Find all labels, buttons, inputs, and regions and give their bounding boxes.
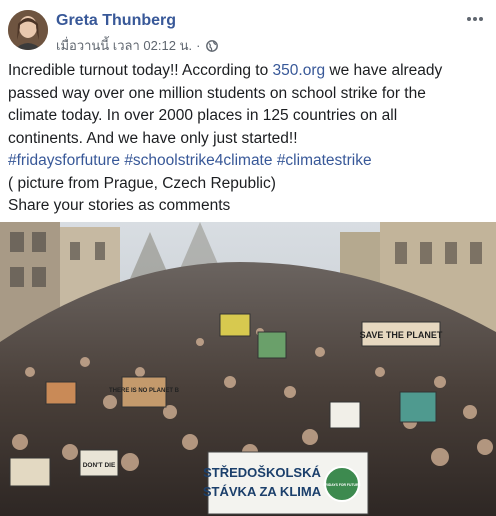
avatar-photo: [8, 10, 48, 50]
banner-line-2: STÁVKA ZA KLIMA: [203, 484, 322, 499]
sign-dont-die: DON'T DIE: [83, 462, 116, 469]
globe-icon[interactable]: [206, 39, 219, 52]
post-text-line-1: Incredible turnout today!! According to …: [8, 60, 490, 83]
post-header: Greta Thunberg เมื่อวานนี้ เวลา 02:12 น.…: [0, 0, 496, 58]
post-text-line-4: continents. And we have only just starte…: [8, 129, 298, 147]
hashtag-climatestrike[interactable]: #climatestrike: [277, 152, 372, 169]
author-name[interactable]: Greta Thunberg: [56, 12, 176, 30]
text-segment: we have already: [325, 62, 443, 79]
post-photo[interactable]: SAVE THE PLANET THERE IS NO PLANET B DON…: [0, 222, 496, 516]
meta-separator: ·: [196, 38, 201, 53]
post-meta: เมื่อวานนี้ เวลา 02:12 น. ·: [56, 35, 219, 56]
post-text-line-2: passed way over one million students on …: [8, 84, 426, 102]
banner-line-1: STŘEDOŠKOLSKÁ: [203, 465, 321, 480]
sign-save-the-planet: SAVE THE PLANET: [360, 330, 443, 340]
link-350-org[interactable]: 350.org: [273, 62, 326, 79]
post-text: Incredible turnout today!! According to …: [8, 60, 490, 218]
post-timestamp[interactable]: เมื่อวานนี้ เวลา 02:12 น.: [56, 35, 192, 56]
sign-no-planet-b: THERE IS NO PLANET B: [109, 388, 180, 394]
hashtag-schoolstrike4climate[interactable]: #schoolstrike4climate: [124, 152, 272, 169]
crowd-photo: SAVE THE PLANET THERE IS NO PLANET B DON…: [0, 222, 496, 516]
banner-logo-text: FRIDAYS FOR FUTURE: [323, 483, 361, 487]
text-segment: Incredible turnout today!! According to: [8, 62, 273, 79]
post-text-line-3: climate today. In over 2000 places in 12…: [8, 107, 398, 124]
post-text-line-7: Share your stories as comments: [8, 197, 231, 214]
post-text-line-6: ( picture from Prague, Czech Republic): [8, 174, 276, 192]
more-options-icon[interactable]: [464, 8, 486, 30]
author-avatar[interactable]: [8, 10, 48, 50]
hashtag-fridaysforfuture[interactable]: #fridaysforfuture: [8, 152, 120, 169]
hashtag-line: #fridaysforfuture #schoolstrike4climate …: [8, 150, 490, 173]
facebook-post: Greta Thunberg เมื่อวานนี้ เวลา 02:12 น.…: [0, 0, 496, 516]
